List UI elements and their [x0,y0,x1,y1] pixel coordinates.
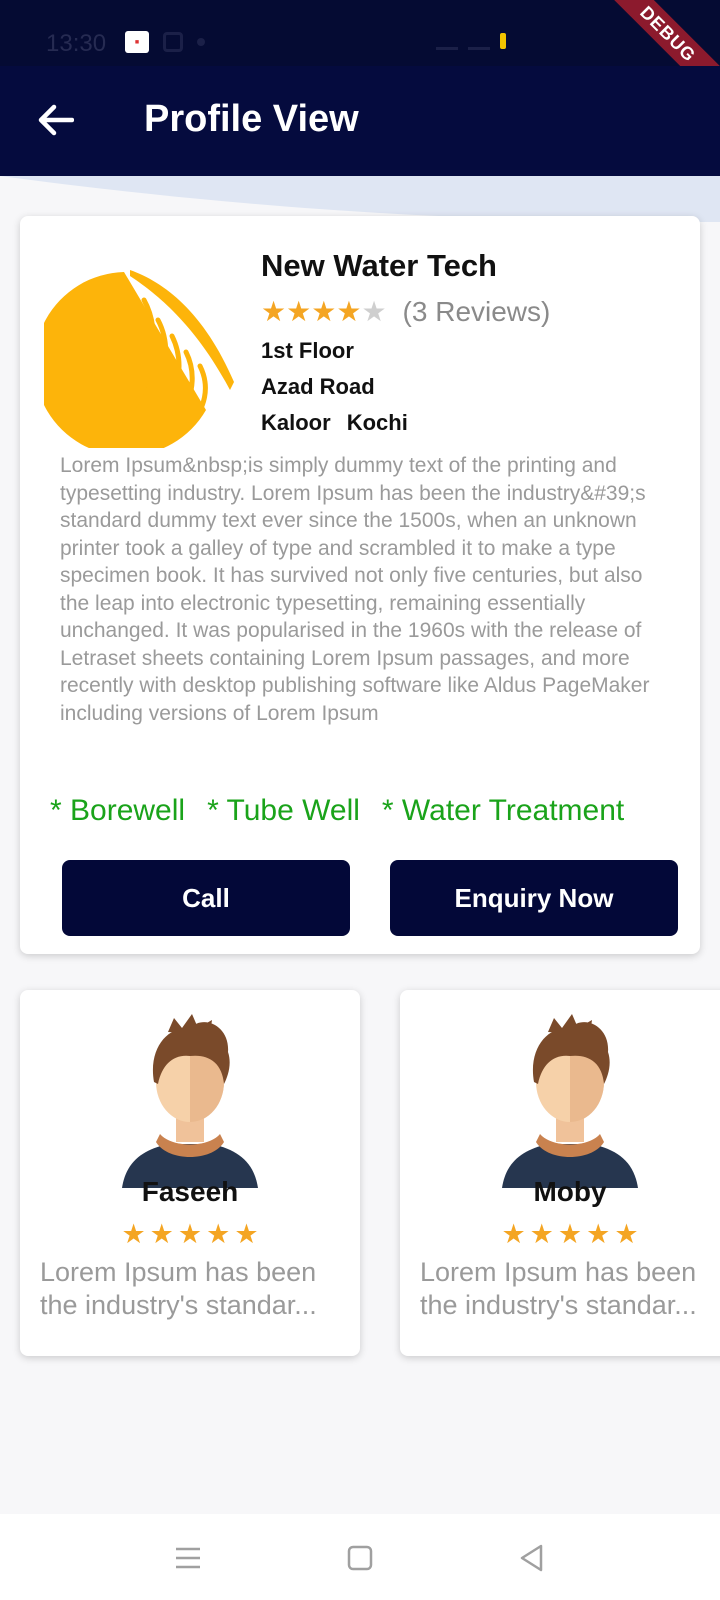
address-area: Kaloor [261,410,331,435]
reviews-count: (3 Reviews) [402,296,551,327]
star-filled-icon: ★ [149,1219,174,1249]
status-time: 13:30 [46,30,107,57]
review-rating: ★ ★ ★ ★ ★ [400,1220,720,1248]
service-tag: * Borewell [50,794,186,827]
app-notification-icon: ■ [125,31,149,53]
business-rating: ★ ★ ★ ★ ★ (3 Reviews) [261,296,550,328]
page-title: Profile View [144,98,359,140]
star-filled-icon: ★ [177,1219,203,1249]
star-filled-icon: ★ [336,296,362,327]
services-list: * Borewell * Tube Well * Water Treatment [50,794,624,828]
service-tag: * Tube Well [207,794,360,827]
status-bar: 13:30 ■ DEBUG [0,0,720,115]
reviewer-name: Moby [533,1176,607,1207]
review-text: Lorem Ipsum has been the industry's stan… [40,1257,317,1320]
review-card[interactable]: Moby ★ ★ ★ ★ ★ Lorem Ipsum has been the … [400,990,720,1356]
address-line-2: Azad Road [261,374,375,399]
business-profile-card: New Water Tech ★ ★ ★ ★ ★ (3 Reviews) 1st… [20,216,700,954]
battery-icon [500,33,506,49]
star-filled-icon: ★ [234,1219,259,1249]
address-city: Kochi [346,410,408,435]
star-filled-icon: ★ [121,1219,146,1249]
system-navigation-bar [0,1514,720,1600]
business-logo [44,270,234,448]
call-button[interactable]: Call [62,860,350,936]
signal-icon [468,32,490,50]
review-card[interactable]: Faseeh ★ ★ ★ ★ ★ Lorem Ipsum has been th… [20,990,360,1356]
star-empty-icon: ★ [361,296,387,327]
star-filled-icon: ★ [311,296,337,327]
star-filled-icon: ★ [501,1219,526,1249]
enquiry-now-button[interactable]: Enquiry Now [390,860,678,936]
user-avatar [122,1014,258,1188]
service-tag: * Water Treatment [381,794,625,827]
address-line-3: Kaloor Kochi [261,410,408,436]
star-filled-icon: ★ [286,296,312,327]
arrow-left-icon [38,104,74,136]
review-text: Lorem Ipsum has been the industry's stan… [420,1257,697,1320]
star-filled-icon: ★ [529,1219,554,1249]
business-description: Lorem Ipsum&nbsp;is simply dummy text of… [60,454,650,725]
dot-icon [197,38,205,46]
user-avatar [502,1014,638,1188]
back-button[interactable] [36,100,76,140]
triangle-back-icon[interactable] [516,1542,548,1574]
gallery-icon [163,32,183,52]
star-filled-icon: ★ [261,296,287,327]
star-filled-icon: ★ [614,1219,639,1249]
star-filled-icon: ★ [206,1219,231,1249]
system-icons [436,32,506,50]
business-name: New Water Tech [261,248,497,283]
app-bar: Profile View [0,66,720,176]
notification-icons: ■ [125,31,205,53]
star-filled-icon: ★ [557,1219,583,1249]
address-line-1: 1st Floor [261,338,354,363]
wifi-icon [436,32,458,50]
square-icon[interactable] [344,1542,376,1574]
star-filled-icon: ★ [586,1219,611,1249]
review-rating: ★ ★ ★ ★ ★ [20,1220,360,1248]
reviewer-name: Faseeh [141,1176,239,1207]
menu-lines-icon[interactable] [172,1542,204,1574]
